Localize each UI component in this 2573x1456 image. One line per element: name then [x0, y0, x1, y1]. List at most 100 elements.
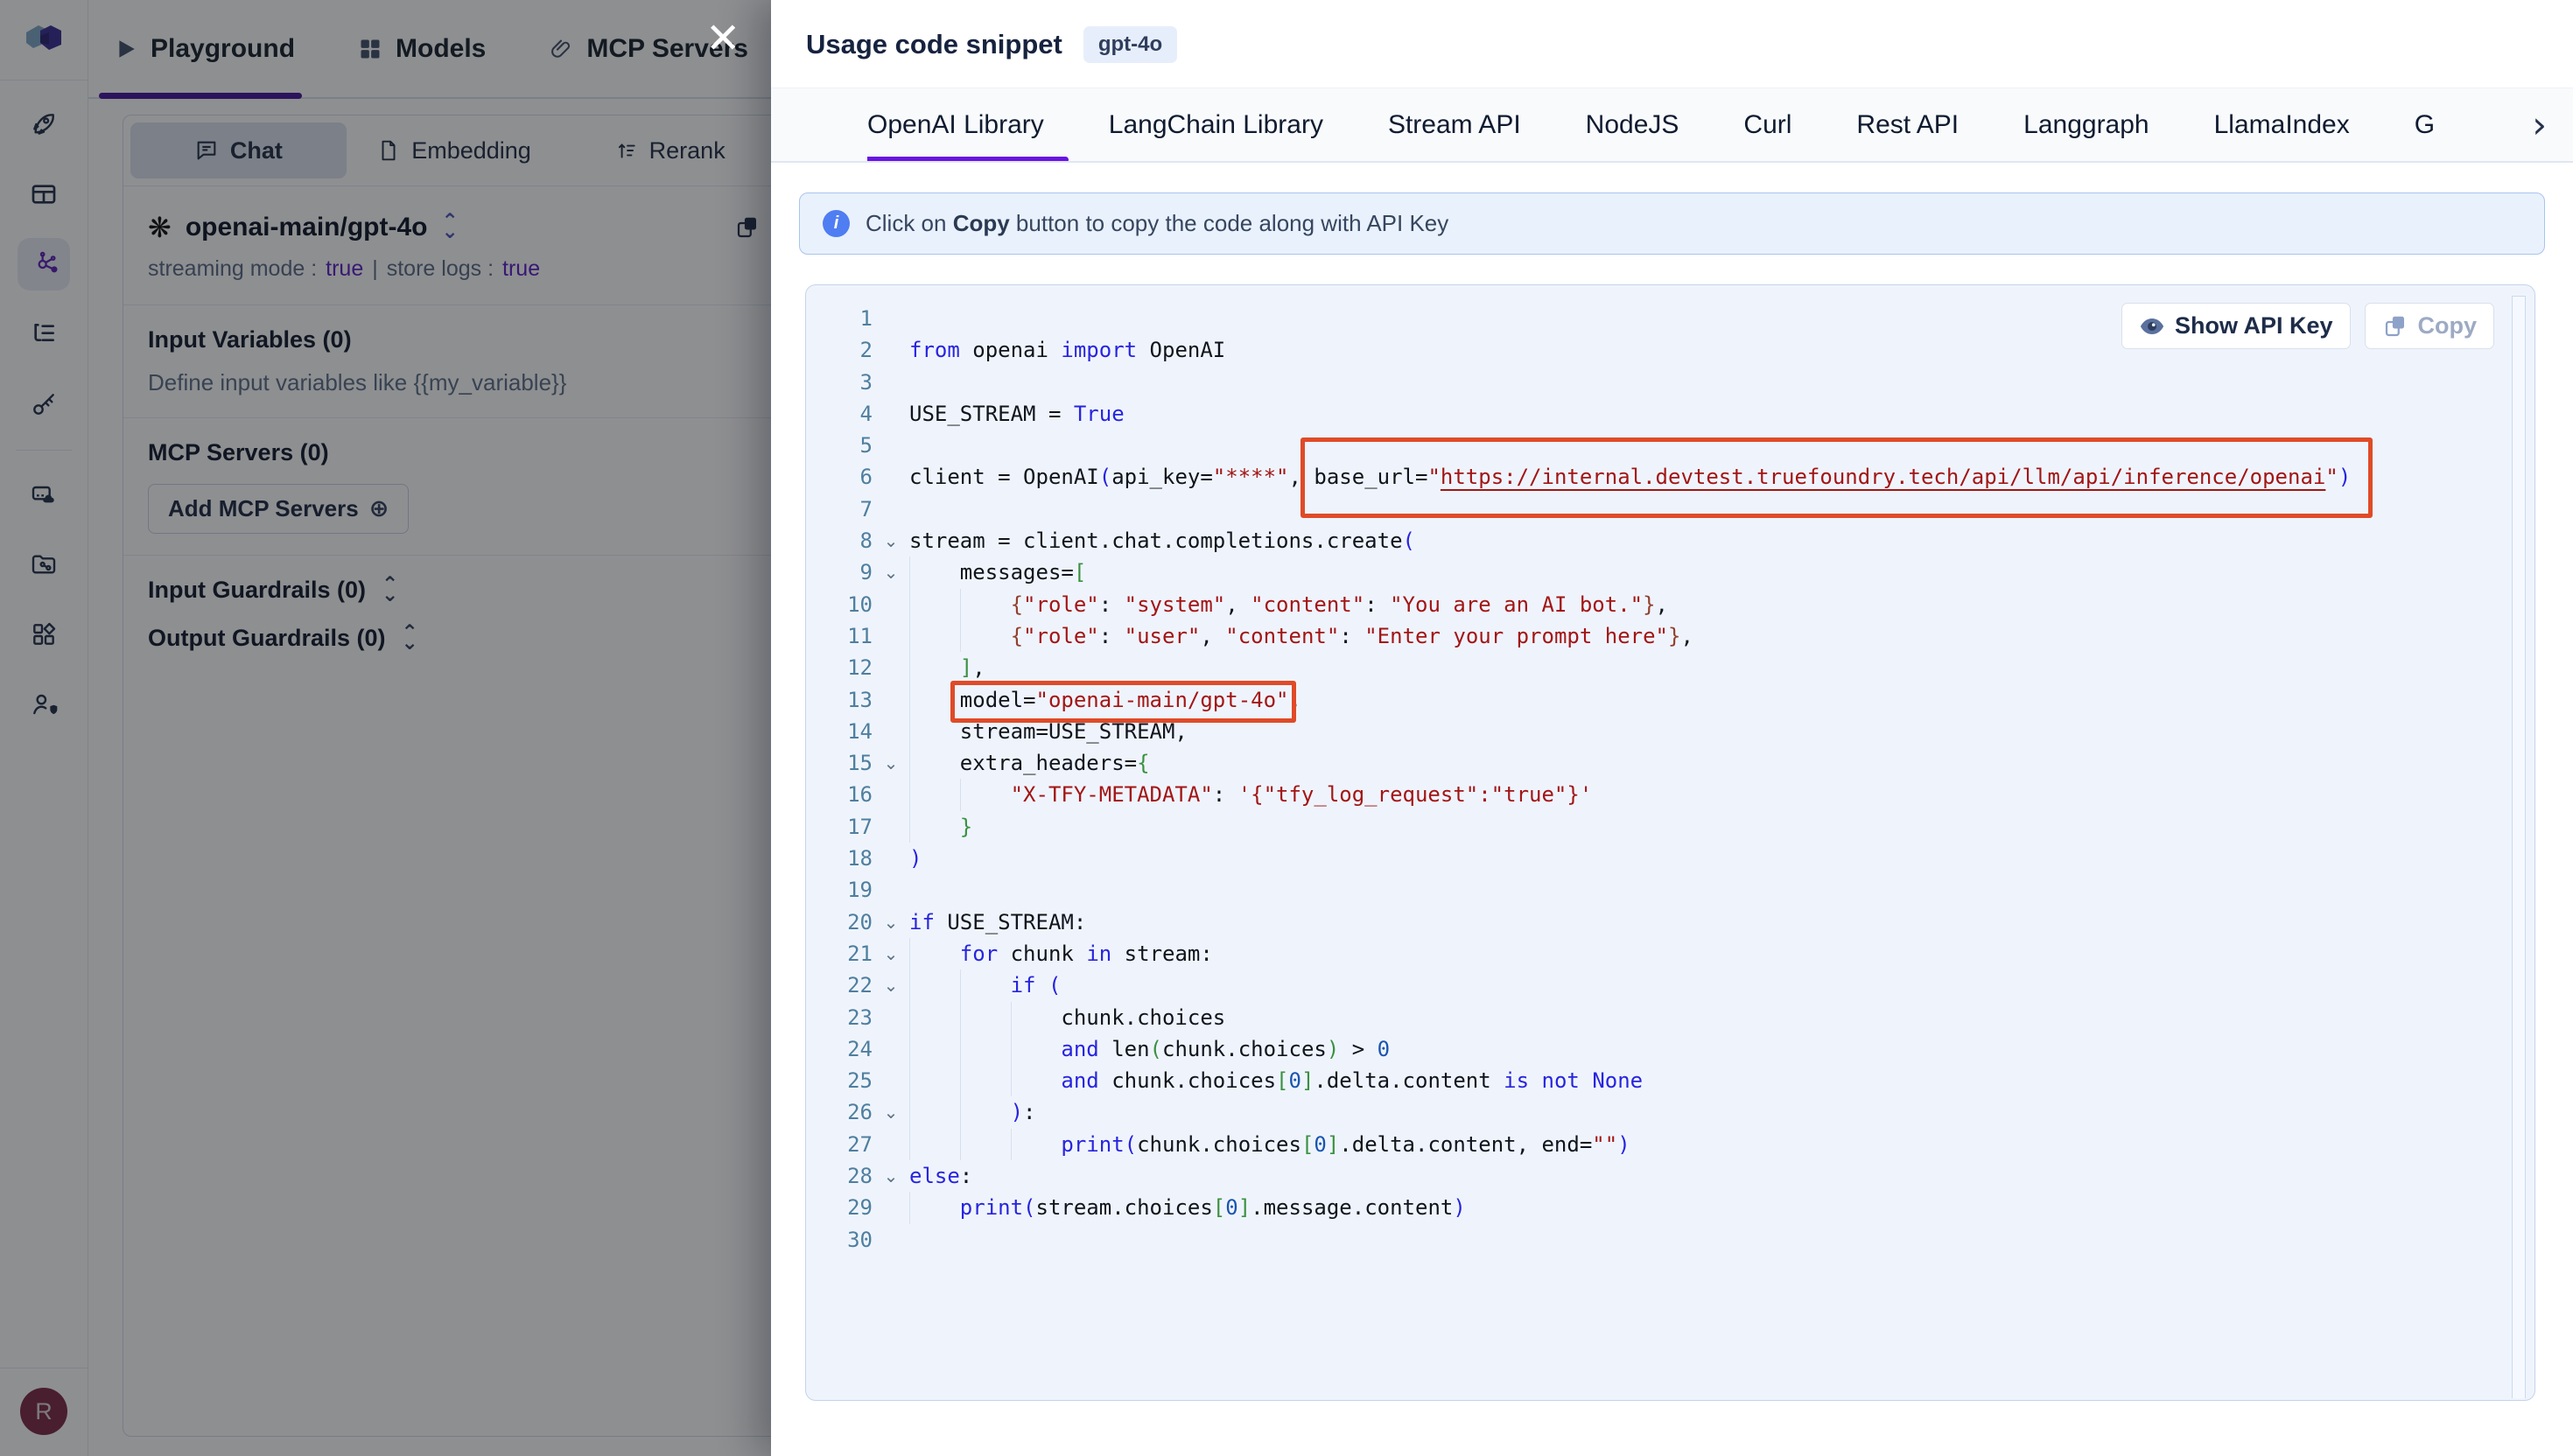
code-text	[909, 1224, 2534, 1256]
fold-gutter	[873, 1002, 909, 1033]
code-line: 15⌄extra_headers={	[831, 747, 2534, 779]
indent-guide	[909, 970, 960, 1001]
fold-gutter	[873, 843, 909, 874]
code-text: extra_headers={	[909, 747, 2534, 779]
code-tab-langgraph[interactable]: Langgraph	[2023, 88, 2149, 161]
line-number: 3	[831, 367, 873, 398]
fold-chevron-icon[interactable]: ⌄	[873, 906, 909, 938]
fold-gutter	[873, 1033, 909, 1065]
code-line: 27print(chunk.choices[0].delta.content, …	[831, 1129, 2534, 1160]
code-line: 9⌄messages=[	[831, 556, 2534, 588]
line-number: 10	[831, 589, 873, 620]
copy-label: Copy	[2418, 312, 2478, 340]
fold-gutter	[873, 303, 909, 334]
indent-guide	[909, 779, 960, 810]
code-text: client = OpenAI(api_key="****", base_url…	[909, 461, 2534, 493]
fold-gutter	[873, 367, 909, 398]
fold-chevron-icon[interactable]: ⌄	[873, 1160, 909, 1192]
fold-gutter	[873, 1192, 909, 1223]
code-tab-langchain-library[interactable]: LangChain Library	[1109, 88, 1323, 161]
line-number: 5	[831, 430, 873, 461]
indent-guide	[909, 684, 960, 716]
indent-guide	[909, 589, 960, 620]
code-line: 16"X-TFY-METADATA": '{"tfy_log_request":…	[831, 779, 2534, 810]
line-number: 26	[831, 1096, 873, 1128]
code-text: print(stream.choices[0].message.content)	[909, 1192, 2534, 1223]
code-tab-llamaindex[interactable]: LlamaIndex	[2214, 88, 2350, 161]
line-number: 13	[831, 684, 873, 716]
code-line: 10{"role": "system", "content": "You are…	[831, 589, 2534, 620]
fold-chevron-icon[interactable]: ⌄	[873, 938, 909, 970]
fold-gutter	[873, 779, 909, 810]
code-line: 26⌄):	[831, 1096, 2534, 1128]
line-number: 21	[831, 938, 873, 970]
line-number: 1	[831, 303, 873, 334]
line-number: 11	[831, 620, 873, 652]
code-text: )	[909, 843, 2534, 874]
drawer-header: Usage code snippet gpt-4o	[771, 0, 2573, 63]
fold-chevron-icon[interactable]: ⌄	[873, 525, 909, 556]
code-line: 21⌄for chunk in stream:	[831, 938, 2534, 970]
line-number: 2	[831, 334, 873, 366]
line-number: 14	[831, 716, 873, 747]
fold-chevron-icon[interactable]: ⌄	[873, 970, 909, 1001]
line-number: 4	[831, 398, 873, 430]
copy-code-button[interactable]: Copy	[2365, 303, 2495, 349]
code-text: chunk.choices	[909, 1002, 2534, 1033]
code-tab-nodejs[interactable]: NodeJS	[1586, 88, 1679, 161]
code-line: 4USE_STREAM = True	[831, 398, 2534, 430]
code-block: Show API Key Copy 12from openai import O…	[805, 284, 2535, 1401]
fold-gutter	[873, 1065, 909, 1096]
code-text	[909, 494, 2534, 525]
line-number: 24	[831, 1033, 873, 1065]
line-number: 20	[831, 906, 873, 938]
indent-guide	[909, 1192, 960, 1223]
indent-guide	[1011, 1002, 1062, 1033]
fold-gutter	[873, 430, 909, 461]
code-line: 12],	[831, 652, 2534, 683]
code-tab-stream-api[interactable]: Stream API	[1388, 88, 1521, 161]
fold-gutter	[873, 461, 909, 493]
fold-gutter	[873, 652, 909, 683]
line-number: 28	[831, 1160, 873, 1192]
indent-guide	[909, 1033, 960, 1065]
code-text	[909, 430, 2534, 461]
line-number: 9	[831, 556, 873, 588]
show-api-key-label: Show API Key	[2175, 312, 2333, 340]
fold-chevron-icon[interactable]: ⌄	[873, 556, 909, 588]
indent-guide	[909, 1096, 960, 1128]
fold-chevron-icon[interactable]: ⌄	[873, 1096, 909, 1128]
code-tab-rest-api[interactable]: Rest API	[1856, 88, 1959, 161]
show-api-key-button[interactable]: Show API Key	[2121, 303, 2351, 349]
code-text: stream = client.chat.completions.create(	[909, 525, 2534, 556]
line-number: 12	[831, 652, 873, 683]
code-text: if USE_STREAM:	[909, 906, 2534, 938]
indent-guide	[960, 1129, 1011, 1160]
fold-chevron-icon[interactable]: ⌄	[873, 747, 909, 779]
code-line: 11{"role": "user", "content": "Enter you…	[831, 620, 2534, 652]
code-language-tabs: OpenAI Library LangChain Library Stream AP…	[771, 88, 2573, 163]
code-editor[interactable]: 12from openai import OpenAI34USE_STREAM …	[806, 285, 2534, 1256]
tabs-scroll-right-icon[interactable]: ›	[2532, 107, 2547, 144]
line-number: 16	[831, 779, 873, 810]
code-tab-curl[interactable]: Curl	[1743, 88, 1791, 161]
code-tab-openai-library[interactable]: OpenAI Library	[867, 88, 1044, 161]
indent-guide	[909, 938, 960, 970]
code-line: 8⌄stream = client.chat.completions.creat…	[831, 525, 2534, 556]
code-tab-g[interactable]: G	[2415, 88, 2435, 161]
code-line: 7	[831, 494, 2534, 525]
indent-guide	[960, 779, 1011, 810]
indent-guide	[909, 747, 960, 779]
code-line: 23chunk.choices	[831, 1002, 2534, 1033]
drawer-title: Usage code snippet	[806, 29, 1062, 60]
code-line: 29print(stream.choices[0].message.conten…	[831, 1192, 2534, 1223]
modal-overlay[interactable]	[0, 0, 772, 1456]
indent-guide	[960, 620, 1011, 652]
indent-guide	[960, 1033, 1011, 1065]
indent-guide	[960, 970, 1011, 1001]
code-scrollbar[interactable]	[2512, 296, 2526, 1398]
line-number: 6	[831, 461, 873, 493]
code-text: print(chunk.choices[0].delta.content, en…	[909, 1129, 2534, 1160]
code-line: 6 client = OpenAI(api_key="****", base_ur…	[831, 461, 2534, 493]
close-icon[interactable]: ✕	[705, 14, 740, 63]
